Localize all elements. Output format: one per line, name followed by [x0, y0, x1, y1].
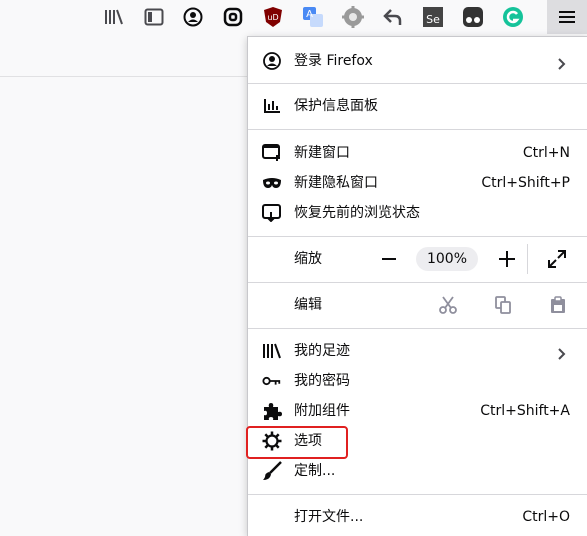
- puzzle-piece-icon: [262, 401, 282, 421]
- menu-separator: [248, 129, 587, 130]
- zoom-controls: 缩放 100%: [248, 244, 587, 274]
- menu-item-label: 附加组件: [294, 403, 350, 419]
- menu-item-label: 登录 Firefox: [294, 53, 373, 69]
- menu-item-label: 我的足迹: [294, 343, 350, 359]
- new-window-icon: [262, 143, 282, 163]
- zoom-label: 缩放: [294, 251, 322, 267]
- private-mask-icon: [262, 173, 282, 193]
- menu-item-label: 恢复先前的浏览状态: [294, 205, 420, 221]
- menu-separator: [248, 236, 587, 237]
- zoom-divider: [527, 244, 528, 274]
- menu-item-addons[interactable]: 附加组件 Ctrl+Shift+A: [248, 396, 587, 426]
- key-icon: [262, 371, 282, 391]
- selenium-icon[interactable]: Se: [421, 5, 445, 29]
- menu-item-open-file[interactable]: 打开文件... Ctrl+O: [248, 502, 587, 532]
- menu-item-label: 定制...: [294, 463, 336, 479]
- menu-separator: [248, 328, 587, 329]
- menu-item-restore-session[interactable]: 恢复先前的浏览状态: [248, 198, 587, 228]
- edit-controls: 编辑: [248, 290, 587, 320]
- menu-item-label: 新建窗口: [294, 145, 350, 161]
- tampermonkey-icon[interactable]: [461, 5, 485, 29]
- svg-text:Se: Se: [426, 13, 440, 26]
- ublock-icon[interactable]: uD: [261, 5, 285, 29]
- zoom-in-button[interactable]: [493, 245, 521, 273]
- menu-item-new-window[interactable]: 新建窗口 Ctrl+N: [248, 138, 587, 168]
- page-divider: [0, 76, 248, 77]
- copy-icon[interactable]: [489, 291, 517, 319]
- shortcut-text: Ctrl+Shift+A: [480, 403, 570, 419]
- app-menu-panel: 登录 Firefox 保护信息面板 新建窗口 Ctrl+N 新建隐私窗口 Ctr…: [247, 36, 587, 536]
- zoom-reset-button[interactable]: 100%: [416, 247, 478, 271]
- menu-separator: [248, 282, 587, 283]
- menu-item-label: 打开文件...: [294, 509, 364, 525]
- menu-item-label: 新建隐私窗口: [294, 175, 378, 191]
- fullscreen-icon[interactable]: [543, 245, 571, 273]
- shortcut-text: Ctrl+Shift+P: [481, 175, 570, 191]
- menu-item-logins[interactable]: 我的密码: [248, 366, 587, 396]
- extension-icon[interactable]: [221, 5, 245, 29]
- options-highlight-box: [246, 426, 348, 459]
- translate-icon[interactable]: A: [301, 5, 325, 29]
- edit-label: 编辑: [294, 297, 322, 313]
- menu-item-label: 保护信息面板: [294, 98, 378, 114]
- grammarly-icon[interactable]: [501, 5, 525, 29]
- menu-separator: [248, 83, 587, 84]
- sidebar-icon[interactable]: [142, 5, 166, 29]
- menu-item-label: 我的密码: [294, 373, 350, 389]
- library-icon[interactable]: [102, 5, 126, 29]
- menu-item-private-window[interactable]: 新建隐私窗口 Ctrl+Shift+P: [248, 168, 587, 198]
- chevron-right-icon: [558, 55, 566, 74]
- library-icon: [262, 341, 282, 361]
- cut-icon[interactable]: [434, 291, 462, 319]
- paintbrush-icon: [262, 461, 282, 481]
- chevron-right-icon: [558, 345, 566, 364]
- svg-text:A: A: [306, 9, 313, 20]
- paste-icon[interactable]: [544, 291, 572, 319]
- hamburger-menu-icon[interactable]: [547, 0, 587, 34]
- menu-separator: [248, 494, 587, 495]
- dashboard-chart-icon: [262, 96, 282, 116]
- menu-item-customize[interactable]: 定制...: [248, 456, 587, 486]
- shortcut-text: Ctrl+O: [522, 509, 570, 525]
- restore-session-icon: [262, 203, 282, 223]
- shortcut-text: Ctrl+N: [522, 145, 570, 161]
- back-arrow-icon[interactable]: [381, 5, 405, 29]
- account-icon[interactable]: [181, 5, 205, 29]
- browser-toolbar: uD A Se: [0, 0, 587, 34]
- svg-text:uD: uD: [267, 13, 278, 22]
- menu-item-sign-in[interactable]: 登录 Firefox: [248, 46, 587, 76]
- zoom-out-button[interactable]: [375, 245, 403, 273]
- menu-item-protection-dashboard[interactable]: 保护信息面板: [248, 91, 587, 121]
- account-icon: [262, 51, 282, 71]
- gear-extension-icon[interactable]: [341, 5, 365, 29]
- menu-item-library[interactable]: 我的足迹: [248, 336, 587, 366]
